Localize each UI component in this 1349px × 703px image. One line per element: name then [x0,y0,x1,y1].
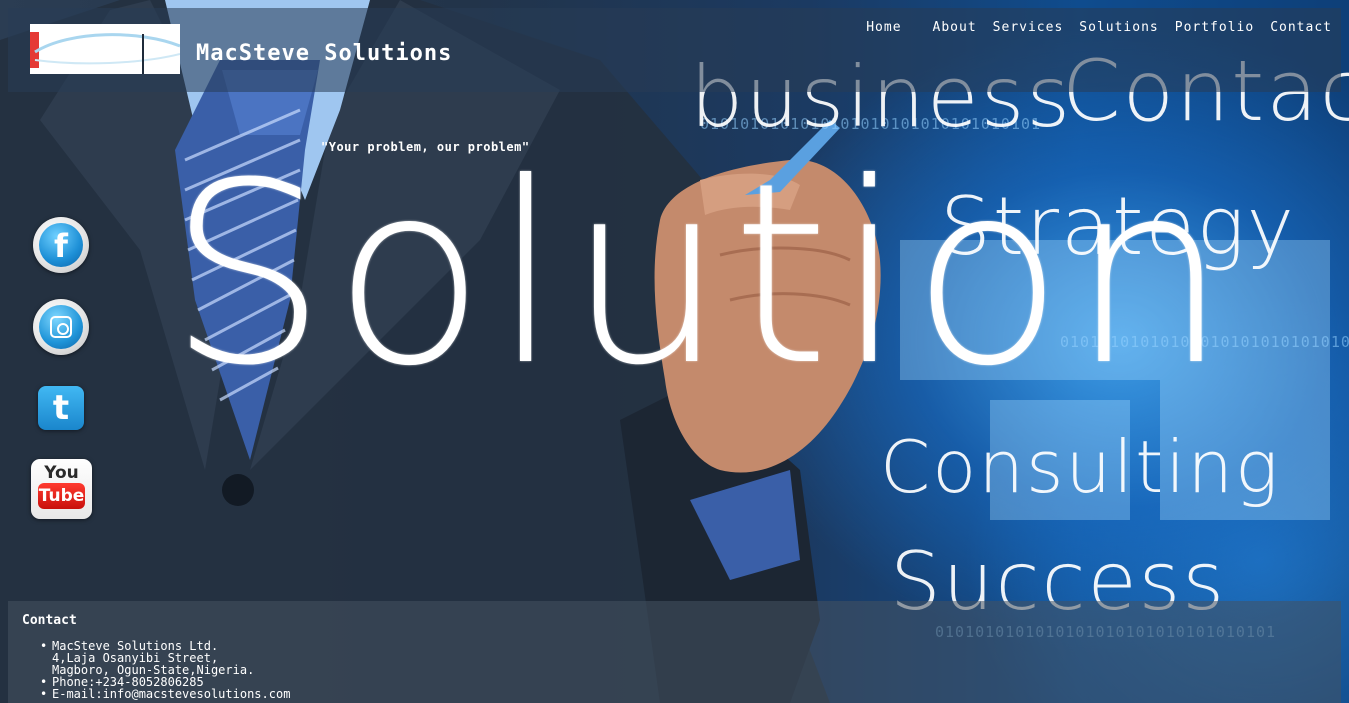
site-title: MacSteve Solutions [196,41,453,66]
camera-icon [50,316,72,338]
camera-lens [57,323,69,335]
contact-list: MacSteve Solutions Ltd. 4,Laja Osanyibi … [38,640,290,700]
nav-home[interactable]: Home [858,20,909,35]
nav-contact[interactable]: Contact [1262,20,1340,35]
macsteve-logo-icon[interactable] [30,24,180,74]
logo-bar-mark [142,34,144,74]
contact-email[interactable]: E-mail:info@macstevesolutions.com [38,688,290,700]
hero-headline: Solution [168,129,1235,420]
logo-swoosh [34,33,180,65]
instagram-icon[interactable] [33,299,89,355]
instagram-glyph-bg [39,305,83,349]
contact-title: Contact [22,613,77,628]
twitter-icon[interactable]: t [38,386,84,430]
nav-portfolio[interactable]: Portfolio [1167,20,1262,35]
facebook-glyph: f [39,223,83,267]
contact-address: MacSteve Solutions Ltd. 4,Laja Osanyibi … [38,640,290,676]
nav-about[interactable]: About [925,20,985,35]
hero-word-consulting: Consulting [880,425,1281,509]
main-nav: Home About Services Solutions Portfolio … [858,20,1340,35]
facebook-icon[interactable]: f [33,217,89,273]
youtube-bottom-text: Tube [38,483,85,509]
nav-solutions[interactable]: Solutions [1071,20,1166,35]
nav-services[interactable]: Services [985,20,1072,35]
youtube-top-text: You [44,463,79,483]
youtube-icon[interactable]: You Tube [31,459,92,519]
tagline: "Your problem, our problem" [321,140,530,154]
